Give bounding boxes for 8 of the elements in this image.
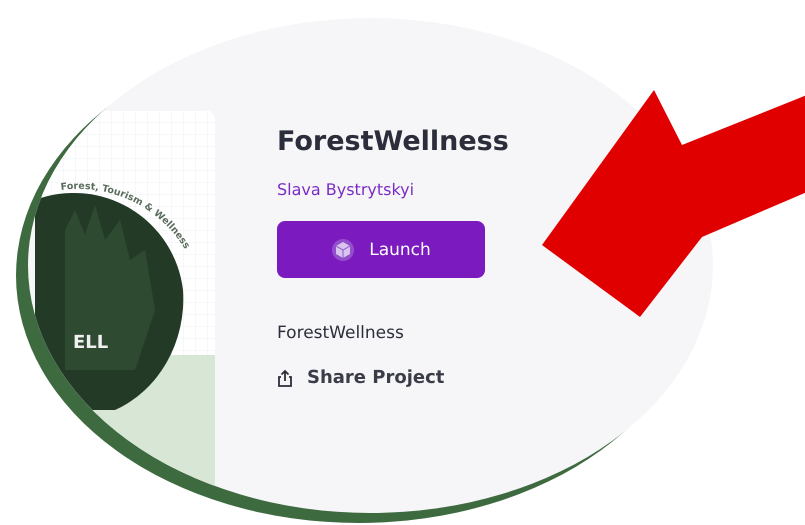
launch-button[interactable]: Launch <box>277 221 485 278</box>
cover-title-text: ELL <box>73 332 108 353</box>
share-project-button[interactable]: Share Project <box>277 367 444 388</box>
project-name: ForestWellness <box>277 323 404 344</box>
share-icon <box>277 368 293 387</box>
author-link[interactable]: Slava Bystrytskyi <box>277 180 414 200</box>
project-title: ForestWellness <box>277 126 509 158</box>
cube-icon <box>331 238 356 262</box>
